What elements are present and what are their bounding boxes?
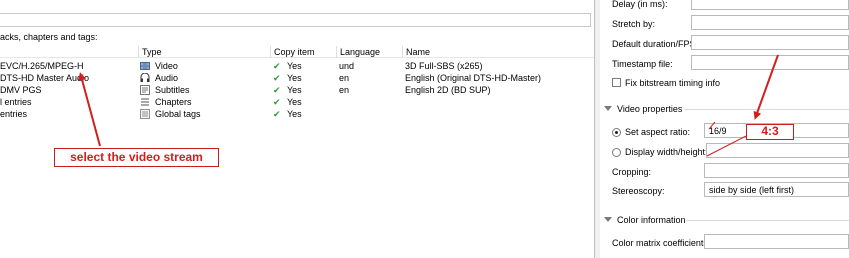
row-name: 3D Full-SBS (x265): [405, 61, 483, 71]
stereoscopy-label: Stereoscopy:: [612, 186, 665, 196]
cropping-input[interactable]: [704, 163, 849, 178]
color-matrix-input[interactable]: [704, 234, 849, 249]
row-language: [339, 108, 399, 120]
row-name: [405, 108, 590, 120]
row-type: Audio: [155, 73, 179, 83]
column-header-type[interactable]: Type: [138, 46, 270, 58]
check-icon: ✔: [273, 109, 281, 119]
row-copy: Yes: [287, 61, 302, 71]
row-name: English 2D (BD SUP): [405, 85, 491, 95]
aspect-ratio-value: 16/9: [709, 126, 727, 136]
set-aspect-radio[interactable]: [612, 128, 621, 137]
video-properties-title[interactable]: Video properties: [617, 103, 682, 115]
top-input-field[interactable]: [0, 13, 591, 27]
duration-input[interactable]: [691, 35, 849, 50]
delay-input[interactable]: [691, 0, 849, 10]
table-row[interactable]: DTS-HD Master Audio Audio ✔ Yes en Engli…: [0, 72, 594, 84]
column-header-language[interactable]: Language: [336, 46, 402, 58]
set-aspect-label: Set aspect ratio:: [625, 127, 691, 137]
row-codec: DMV PGS: [0, 85, 42, 95]
aspect-annotation: 4:3: [746, 124, 794, 140]
column-header-name[interactable]: Name: [402, 46, 594, 58]
section-divider: [686, 220, 849, 221]
delay-label: Delay (in ms):: [612, 0, 668, 9]
timestamp-label: Timestamp file:: [612, 59, 673, 69]
row-copy: Yes: [287, 109, 302, 119]
color-matrix-label: Color matrix coefficients:: [612, 238, 711, 248]
table-row[interactable]: l entries Chapters ✔ Yes: [0, 96, 594, 108]
row-name: English (Original DTS-HD-Master): [405, 73, 542, 83]
fix-bitstream-label: Fix bitstream timing info: [625, 78, 721, 88]
row-language: [339, 96, 399, 108]
tracks-label: acks, chapters and tags:: [0, 32, 98, 42]
video-icon: [140, 61, 150, 71]
timestamp-input[interactable]: [691, 55, 849, 70]
stretch-input[interactable]: [691, 15, 849, 30]
row-language: en: [339, 85, 350, 95]
color-information-title[interactable]: Color information: [617, 214, 686, 226]
row-name: [405, 96, 590, 108]
display-wh-input[interactable]: [706, 143, 849, 158]
duration-label: Default duration/FPS:: [612, 39, 699, 49]
table-row[interactable]: EVC/H.265/MPEG-H Video ✔ Yes und 3D Full…: [0, 60, 594, 72]
table-header: Type Copy item Language Name: [0, 46, 594, 58]
table-row[interactable]: entries Global tags ✔ Yes: [0, 108, 594, 120]
row-codec: EVC/H.265/MPEG-H: [0, 61, 84, 71]
check-icon: ✔: [273, 61, 281, 71]
stereoscopy-value: side by side (left first): [709, 185, 795, 195]
chapters-icon: [140, 97, 150, 107]
section-divider: [684, 109, 849, 110]
select-video-annotation: select the video stream: [54, 148, 219, 167]
row-copy: Yes: [287, 85, 302, 95]
row-type: Video: [155, 61, 178, 71]
display-wh-label: Display width/height:: [625, 147, 708, 157]
tracks-pane: acks, chapters and tags: Type Copy item …: [0, 0, 594, 258]
stretch-label: Stretch by:: [612, 19, 656, 29]
row-type: Chapters: [155, 97, 192, 107]
row-copy: Yes: [287, 97, 302, 107]
display-wh-radio[interactable]: [612, 148, 621, 157]
row-type: Subtitles: [155, 85, 190, 95]
cropping-label: Cropping:: [612, 167, 652, 177]
check-icon: ✔: [273, 85, 281, 95]
column-header-copy-item[interactable]: Copy item: [270, 46, 336, 58]
row-codec: l entries: [0, 97, 32, 107]
audio-icon: [140, 72, 150, 83]
table-row[interactable]: DMV PGS Subtitles ✔ Yes en English 2D (B…: [0, 84, 594, 96]
chevron-down-icon[interactable]: [604, 217, 612, 222]
row-type: Global tags: [155, 109, 201, 119]
row-language: und: [339, 61, 355, 71]
subtitles-icon: [140, 85, 150, 95]
row-codec: entries: [0, 109, 28, 119]
row-copy: Yes: [287, 73, 302, 83]
check-icon: ✔: [273, 73, 281, 83]
row-language: en: [339, 73, 350, 83]
global-tags-icon: [140, 109, 150, 119]
check-icon: ✔: [273, 97, 281, 107]
row-codec: DTS-HD Master Audio: [0, 73, 90, 83]
fix-bitstream-checkbox[interactable]: [612, 78, 621, 87]
stereoscopy-select[interactable]: side by side (left first): [704, 182, 849, 197]
properties-pane: Delay (in ms): Stretch by: Default durat…: [600, 0, 849, 258]
chevron-down-icon[interactable]: [604, 106, 612, 111]
